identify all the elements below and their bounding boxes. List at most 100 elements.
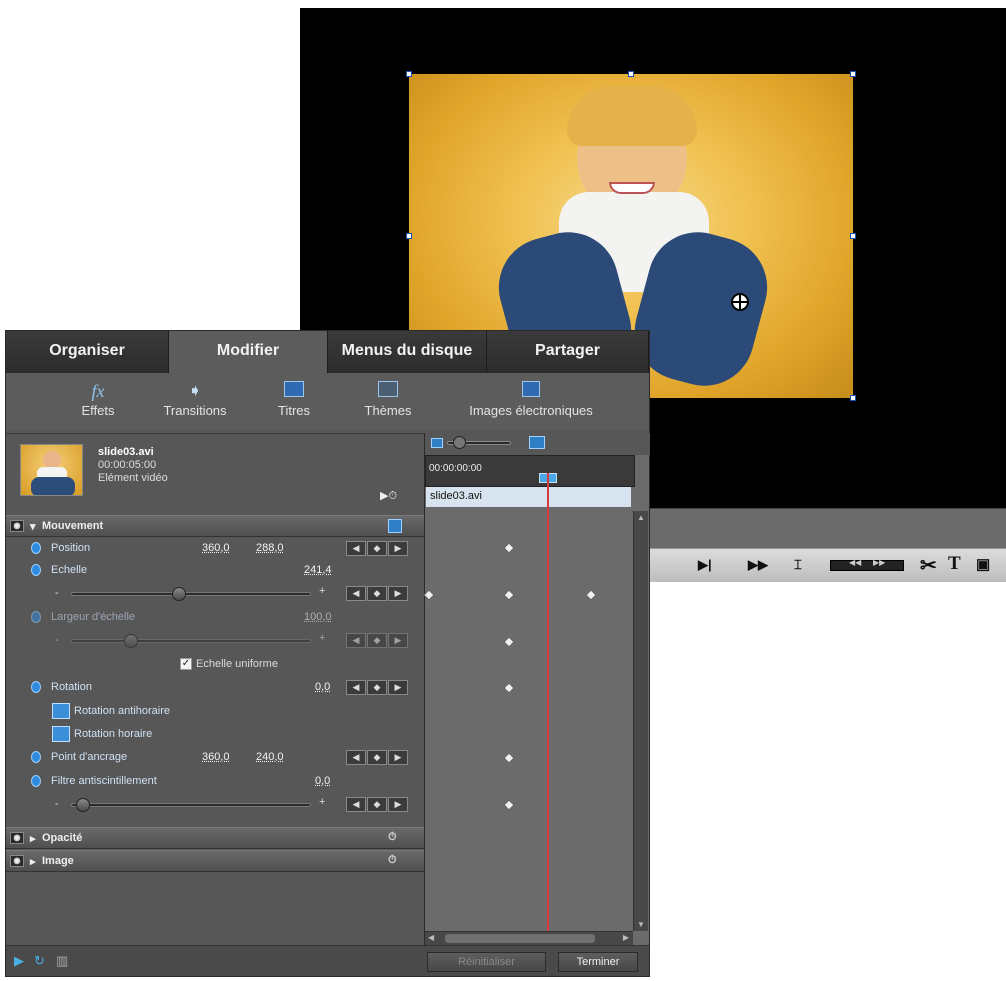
slider-knob[interactable] xyxy=(124,634,138,648)
position-y-value[interactable]: 288,0 xyxy=(256,542,284,554)
prev-keyframe-icon[interactable]: ◀ xyxy=(346,586,366,601)
split-marker-icon[interactable]: ⌶ xyxy=(794,557,802,573)
prev-keyframe-icon[interactable]: ◀ xyxy=(346,750,366,765)
resize-handle[interactable] xyxy=(406,233,412,239)
add-keyframe-icon[interactable]: ◆ xyxy=(367,633,387,648)
transitions-button[interactable]: ➧ Transitions xyxy=(154,381,236,418)
tab-partager[interactable]: Partager xyxy=(487,331,649,373)
stopwatch-icon[interactable] xyxy=(31,542,41,554)
flicker-value[interactable]: 0,0 xyxy=(315,775,330,787)
rotate-cw-icon[interactable] xyxy=(52,726,72,742)
uniform-scale-checkbox[interactable]: ✓ xyxy=(180,658,192,670)
position-x-value[interactable]: 360,0 xyxy=(202,542,230,554)
prev-keyframe-icon[interactable]: ◀ xyxy=(346,633,366,648)
add-keyframe-icon[interactable]: ◆ xyxy=(367,680,387,695)
scroll-left-icon[interactable]: ◀ xyxy=(428,933,434,942)
tab-modifier[interactable]: Modifier xyxy=(169,331,328,373)
zoom-out-icon[interactable] xyxy=(431,438,443,448)
next-keyframe-icon[interactable]: ▶ xyxy=(388,680,408,695)
scissors-icon[interactable]: ✂ xyxy=(920,553,937,578)
add-keyframe-icon[interactable]: ◆ xyxy=(367,541,387,556)
clip-track[interactable]: slide03.avi xyxy=(426,487,631,507)
playhead[interactable] xyxy=(547,473,549,931)
rotate-ccw-row[interactable]: Rotation antihoraire xyxy=(6,701,424,723)
themes-button[interactable]: Thèmes xyxy=(358,381,418,418)
refresh-icon[interactable]: ↻ xyxy=(34,953,45,969)
done-button[interactable]: Terminer xyxy=(558,952,638,972)
resize-handle[interactable] xyxy=(850,71,856,77)
rotate-cw-row[interactable]: Rotation horaire xyxy=(6,724,424,746)
eye-icon[interactable]: ◉ xyxy=(10,520,24,532)
titles-button[interactable]: Titres xyxy=(268,381,320,418)
fast-forward-icon[interactable]: ▶▶ xyxy=(748,557,768,573)
play-effect-icon[interactable]: ▶⏱ xyxy=(380,489,397,503)
slider-knob[interactable] xyxy=(172,587,186,601)
horizontal-scrollbar[interactable]: ◀ ▶ xyxy=(425,931,633,945)
resize-handle[interactable] xyxy=(406,71,412,77)
collapsed-triangle-icon[interactable]: ▸ xyxy=(30,832,36,845)
stopwatch-icon[interactable] xyxy=(31,751,41,763)
stopwatch-icon[interactable] xyxy=(31,681,41,693)
keyframe-icon[interactable] xyxy=(503,636,515,648)
flicker-slider[interactable]: - + xyxy=(51,796,326,812)
keyframe-icon[interactable] xyxy=(585,589,597,601)
stopwatch-icon[interactable] xyxy=(388,519,402,533)
resize-handle[interactable] xyxy=(850,395,856,401)
rotate-ccw-icon[interactable] xyxy=(52,703,72,719)
add-keyframe-icon[interactable]: ◆ xyxy=(367,750,387,765)
section-opacite[interactable]: ◉ ▸ Opacité ⏱ xyxy=(6,827,424,849)
trash-icon[interactable]: ▥ xyxy=(56,953,68,969)
time-ruler[interactable]: 00:00:00:00 xyxy=(425,455,635,487)
section-image[interactable]: ◉ ▸ Image ⏱ xyxy=(6,850,424,872)
effects-button[interactable]: fx Effets xyxy=(68,381,128,418)
anchor-y-value[interactable]: 240,0 xyxy=(256,751,284,763)
resize-handle[interactable] xyxy=(628,71,634,77)
prev-keyframe-icon[interactable]: ◀ xyxy=(346,797,366,812)
keyframe-icon[interactable] xyxy=(503,589,515,601)
rotation-value[interactable]: 0,0 xyxy=(315,681,330,693)
title-text-icon[interactable]: T xyxy=(948,553,961,575)
echelle-slider[interactable]: - + xyxy=(51,585,326,601)
zoom-slider-knob[interactable] xyxy=(453,436,466,449)
stopwatch-icon[interactable]: ⏱ xyxy=(388,831,397,844)
prev-keyframe-icon[interactable]: ◀ xyxy=(346,680,366,695)
add-keyframe-icon[interactable]: ◆ xyxy=(367,797,387,812)
keyframe-icon[interactable] xyxy=(503,682,515,694)
next-keyframe-icon[interactable]: ▶ xyxy=(388,586,408,601)
section-mouvement[interactable]: ◉ ▾ Mouvement xyxy=(6,515,424,537)
prev-keyframe-icon[interactable]: ◀ xyxy=(346,541,366,556)
reset-button[interactable]: Réinitialiser xyxy=(427,952,546,972)
slideshow-images-button[interactable]: Images électroniques xyxy=(456,381,606,418)
snapshot-camera-icon[interactable]: ▣ xyxy=(976,555,990,573)
collapsed-triangle-icon[interactable]: ▸ xyxy=(30,855,36,868)
shuttle-control[interactable]: ◀◀ ▶▶ xyxy=(830,558,904,571)
expand-triangle-icon[interactable]: ▾ xyxy=(30,520,36,533)
keyframe-icon[interactable] xyxy=(423,589,435,601)
largeur-value[interactable]: 100,0 xyxy=(304,611,332,623)
play-preview-icon[interactable]: ▶ xyxy=(14,953,24,969)
scroll-thumb[interactable] xyxy=(445,934,595,943)
echelle-value[interactable]: 241,4 xyxy=(304,564,332,576)
keyframe-icon[interactable] xyxy=(503,752,515,764)
step-forward-icon[interactable]: ▶| xyxy=(698,557,712,573)
scroll-down-icon[interactable]: ▼ xyxy=(637,920,645,929)
scroll-right-icon[interactable]: ▶ xyxy=(623,933,629,942)
stopwatch-icon[interactable]: ⏱ xyxy=(388,854,397,867)
largeur-slider[interactable]: - + xyxy=(51,632,326,648)
next-keyframe-icon[interactable]: ▶ xyxy=(388,541,408,556)
stopwatch-icon[interactable] xyxy=(31,611,41,623)
stopwatch-icon[interactable] xyxy=(31,564,41,576)
keyframe-icon[interactable] xyxy=(503,799,515,811)
eye-icon[interactable]: ◉ xyxy=(10,832,24,844)
scroll-up-icon[interactable]: ▲ xyxy=(637,513,645,522)
tab-organiser[interactable]: Organiser xyxy=(6,331,169,373)
stopwatch-icon[interactable] xyxy=(31,775,41,787)
anchor-crosshair-icon[interactable] xyxy=(731,293,749,311)
zoom-in-icon[interactable] xyxy=(529,436,545,449)
next-keyframe-icon[interactable]: ▶ xyxy=(388,633,408,648)
resize-handle[interactable] xyxy=(850,233,856,239)
next-keyframe-icon[interactable]: ▶ xyxy=(388,750,408,765)
keyframe-icon[interactable] xyxy=(503,542,515,554)
add-keyframe-icon[interactable]: ◆ xyxy=(367,586,387,601)
tab-menus-du-disque[interactable]: Menus du disque xyxy=(328,331,487,373)
